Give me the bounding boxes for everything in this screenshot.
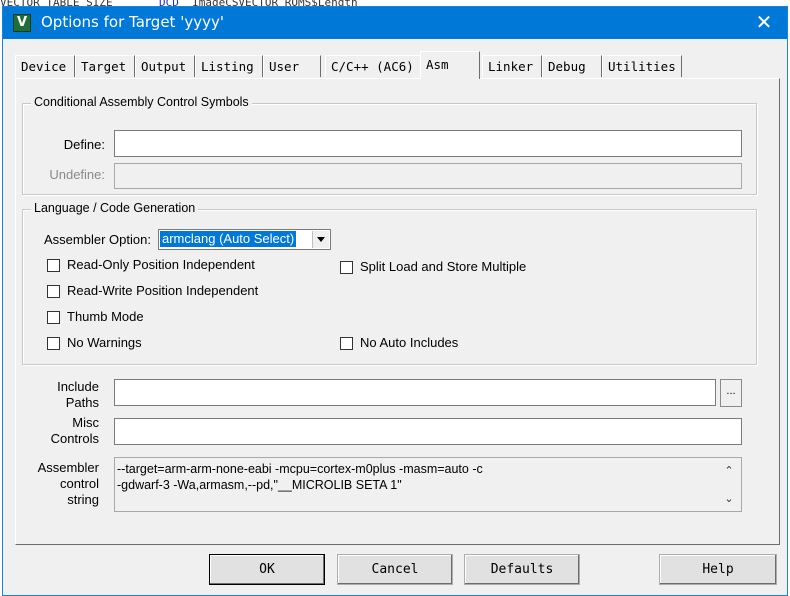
tab-strip: Device Target Output Listing User C/C++ … — [15, 51, 695, 79]
assembler-control-string-label: Assembler control string — [23, 460, 99, 508]
misc-controls-input[interactable] — [114, 418, 742, 445]
tab-linker[interactable]: Linker — [482, 55, 542, 77]
include-label-line2: Paths — [65, 395, 99, 410]
keil-app-icon: V — [13, 14, 31, 32]
conditional-assembly-group-title: Conditional Assembly Control Symbols — [31, 95, 252, 109]
defaults-button[interactable]: Defaults — [464, 554, 580, 585]
tab-cc-ac6[interactable]: C/C++ (AC6) — [325, 55, 421, 77]
include-label-line1: Include — [57, 379, 99, 394]
browse-include-paths-button[interactable]: ... — [720, 379, 742, 407]
no-auto-includes-label: No Auto Includes — [360, 335, 459, 350]
tab-listing[interactable]: Listing — [195, 55, 263, 77]
undefine-input — [114, 163, 742, 189]
ropi-label: Read-Only Position Independent — [67, 257, 255, 272]
define-input[interactable] — [114, 130, 742, 157]
include-paths-label: Include Paths — [33, 379, 99, 411]
control-label-line1: Assembler — [37, 460, 99, 475]
split-load-store-label: Split Load and Store Multiple — [360, 259, 527, 274]
thumb-mode-checkbox[interactable] — [47, 311, 60, 324]
control-label-line3: string — [67, 492, 99, 507]
define-label: Define: — [63, 137, 105, 152]
assembler-option-value: armclang (Auto Select) — [160, 231, 297, 247]
help-button[interactable]: Help — [659, 554, 777, 585]
tab-utilities[interactable]: Utilities — [602, 55, 682, 77]
split-load-store-checkbox[interactable] — [340, 261, 353, 274]
scroll-down-arrow-icon[interactable]: ⌄ — [722, 492, 736, 506]
tab-asm[interactable]: Asm — [420, 51, 480, 79]
assembler-option-label: Assembler Option: — [44, 232, 151, 247]
ropi-checkbox[interactable] — [47, 259, 60, 272]
cancel-button[interactable]: Cancel — [337, 554, 453, 585]
dialog-title: Options for Target 'yyyy' — [41, 13, 224, 31]
rwpi-checkbox[interactable] — [47, 285, 60, 298]
no-auto-includes-checkbox[interactable] — [340, 337, 353, 350]
undefine-label: Undefine: — [49, 167, 105, 182]
no-warnings-label: No Warnings — [67, 335, 142, 350]
include-paths-input[interactable] — [114, 379, 716, 406]
assembler-control-string-text[interactable]: --target=arm-arm-none-eabi -mcpu=cortex-… — [114, 457, 742, 512]
control-label-line2: control — [59, 476, 99, 491]
scroll-up-arrow-icon[interactable]: ⌃ — [722, 464, 736, 478]
assembler-option-select[interactable]: armclang (Auto Select) — [158, 229, 331, 250]
thumb-mode-label: Thumb Mode — [67, 309, 144, 324]
no-warnings-checkbox[interactable] — [47, 337, 60, 350]
misc-label-line2: Controls — [50, 431, 99, 446]
chevron-down-icon[interactable] — [312, 231, 329, 248]
title-bar[interactable]: V Options for Target 'yyyy' ✕ — [3, 7, 787, 39]
tab-target[interactable]: Target — [75, 55, 135, 77]
tab-debug[interactable]: Debug — [542, 55, 602, 77]
tab-output[interactable]: Output — [135, 55, 195, 77]
options-dialog: V Options for Target 'yyyy' ✕ Device Tar… — [2, 6, 788, 596]
tab-device[interactable]: Device — [15, 55, 75, 77]
misc-controls-label: Misc Controls — [33, 415, 99, 447]
ok-button[interactable]: OK — [209, 554, 325, 585]
language-group-title: Language / Code Generation — [31, 201, 199, 215]
close-button[interactable]: ✕ — [741, 7, 787, 39]
misc-label-line1: Misc — [72, 415, 99, 430]
tab-user[interactable]: User — [263, 55, 321, 77]
rwpi-label: Read-Write Position Independent — [67, 283, 259, 298]
